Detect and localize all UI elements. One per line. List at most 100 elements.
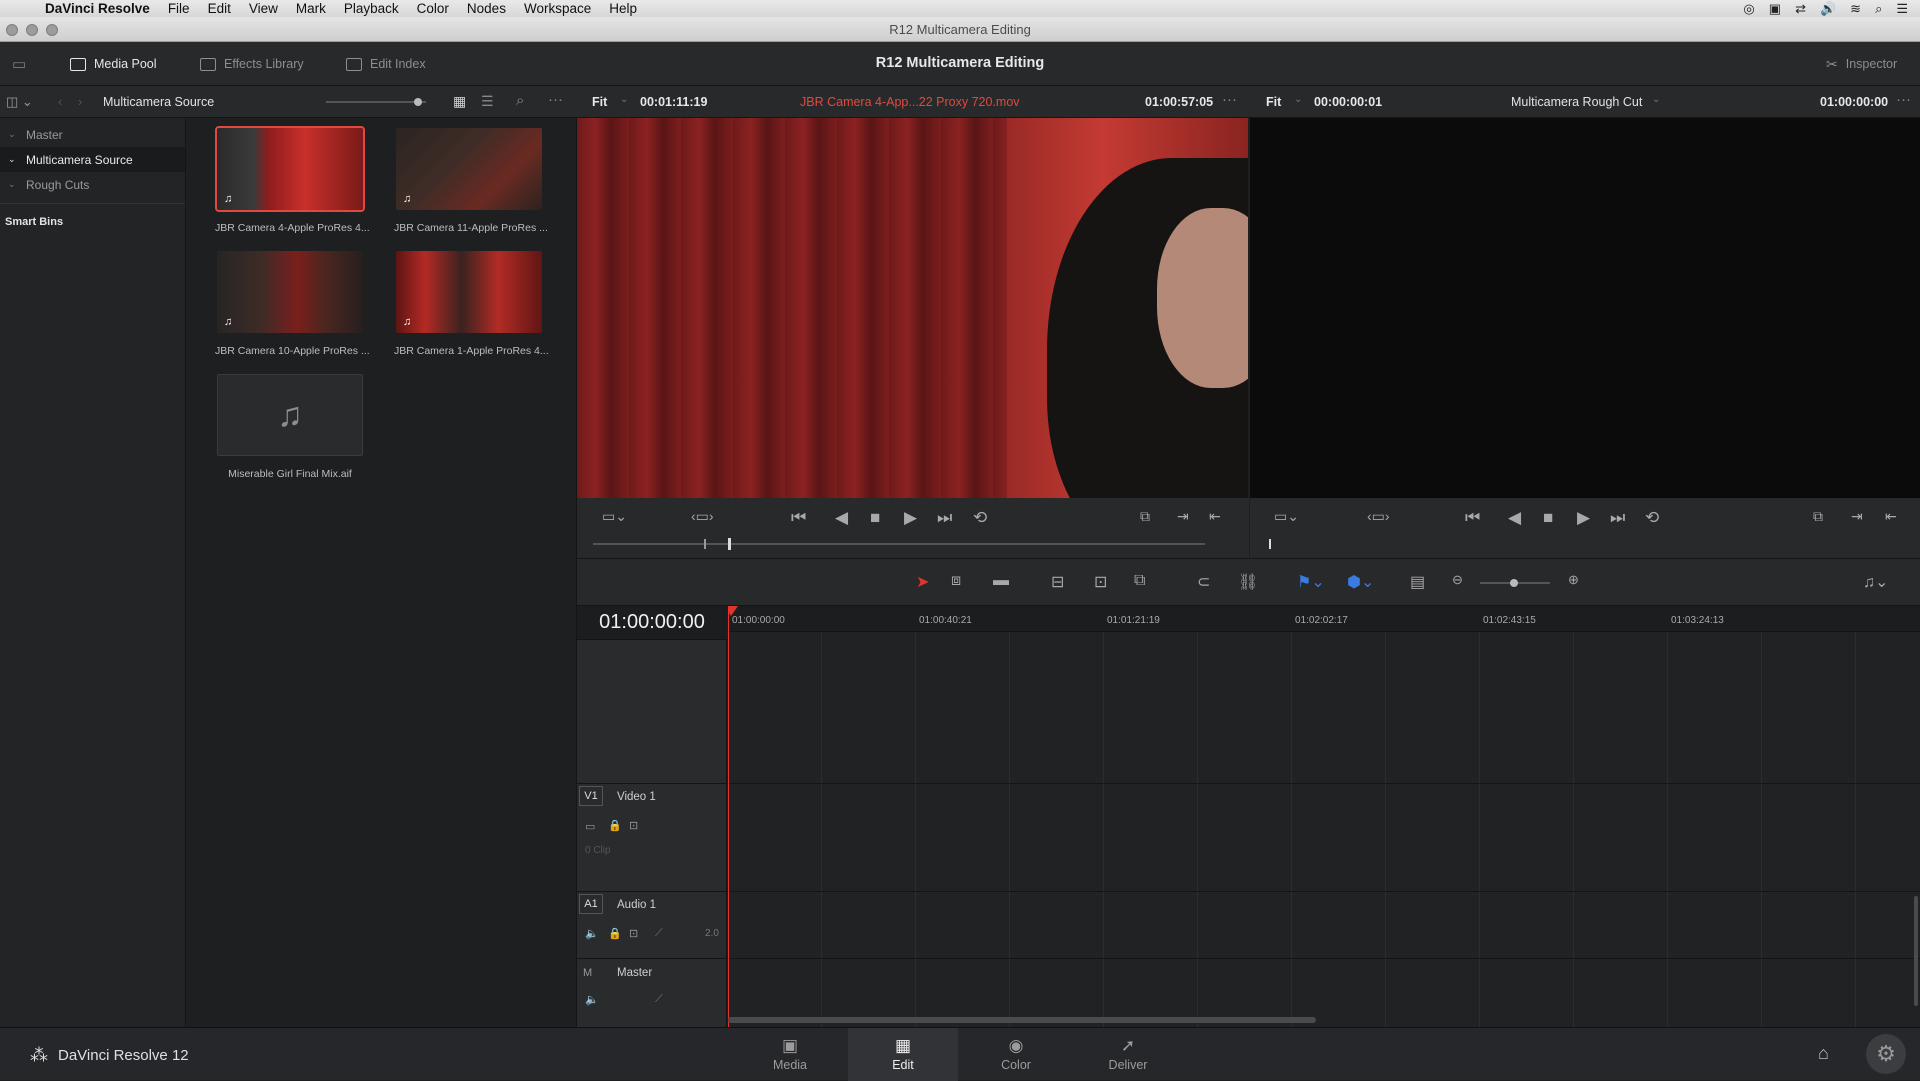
- page-tab-media[interactable]: ▣ Media: [735, 1028, 845, 1081]
- menu-color[interactable]: Color: [408, 0, 458, 17]
- timeline-playhead-line[interactable]: [728, 606, 729, 1027]
- timeline-view-options-icon[interactable]: ▤: [1410, 572, 1425, 592]
- menu-view[interactable]: View: [240, 0, 287, 17]
- source-options-icon[interactable]: ···: [1222, 91, 1237, 108]
- volume-icon[interactable]: 🔊: [1820, 1, 1836, 17]
- creative-cloud-icon[interactable]: ◎: [1743, 1, 1754, 17]
- timeline-ruler[interactable]: 01:00:00:00 01:00:40:21 01:01:21:19 01:0…: [728, 606, 1920, 632]
- play-reverse-icon[interactable]: ◀: [835, 508, 848, 528]
- clip-item[interactable]: ♫ JBR Camera 10-Apple ProRes ...: [215, 251, 370, 357]
- insert-clip-icon[interactable]: ⊟: [1051, 572, 1064, 592]
- mark-in-out-icon[interactable]: ⧉: [1140, 508, 1150, 525]
- bin-rough-cuts[interactable]: ⌄ Rough Cuts: [0, 172, 185, 197]
- timeline-track-area[interactable]: 01:00:00:00 01:00:40:21 01:01:21:19 01:0…: [728, 606, 1920, 1027]
- track-tag-m[interactable]: M: [583, 967, 592, 979]
- speaker-icon[interactable]: 🔈: [585, 993, 599, 1006]
- clip-thumbnail[interactable]: ♫: [217, 251, 363, 333]
- back-arrow-icon[interactable]: ‹: [58, 94, 62, 109]
- wifi-icon[interactable]: ≋: [1850, 1, 1861, 17]
- menu-playback[interactable]: Playback: [335, 0, 408, 17]
- audio-keyframe-icon[interactable]: ⟋: [655, 927, 663, 940]
- play-reverse-icon[interactable]: ◀: [1508, 508, 1521, 528]
- track-name[interactable]: Video 1: [617, 791, 656, 803]
- airplay-icon[interactable]: ⇄: [1795, 1, 1806, 17]
- play-icon[interactable]: ▶: [1577, 508, 1590, 528]
- inspector-button[interactable]: ✂ Inspector: [1826, 54, 1897, 74]
- grid-view-icon[interactable]: ▦: [453, 93, 466, 110]
- viewer-mode-icon[interactable]: ▭⌄: [1274, 508, 1299, 525]
- auto-select-icon[interactable]: ⊡: [629, 819, 638, 832]
- mark-in-icon[interactable]: ⇥: [1177, 508, 1189, 525]
- menu-edit[interactable]: Edit: [199, 0, 240, 17]
- match-frame-icon[interactable]: ‹▭›: [691, 508, 714, 525]
- timeline-playhead[interactable]: [1269, 539, 1271, 549]
- stop-icon[interactable]: ■: [1543, 508, 1553, 528]
- trim-tool-icon[interactable]: ⧈: [951, 572, 961, 590]
- menu-workspace[interactable]: Workspace: [515, 0, 600, 17]
- timeline-zoom-knob[interactable]: [1510, 579, 1518, 587]
- viewer-mode-icon[interactable]: ▭⌄: [602, 508, 627, 525]
- menu-help[interactable]: Help: [600, 0, 646, 17]
- clip-item[interactable]: ♫ JBR Camera 1-Apple ProRes 4...: [394, 251, 549, 357]
- marker-icon[interactable]: ⬢⌄: [1347, 572, 1374, 592]
- spotlight-search-icon[interactable]: ⌕: [1875, 1, 1882, 17]
- timeline-zoom[interactable]: Fit: [1266, 95, 1281, 109]
- lock-icon[interactable]: 🔒: [608, 819, 622, 832]
- list-view-icon[interactable]: ☰: [481, 93, 494, 110]
- pool-options-icon[interactable]: ···: [548, 91, 563, 108]
- mark-in-icon[interactable]: ⇥: [1851, 508, 1863, 525]
- source-viewer[interactable]: [577, 118, 1248, 498]
- play-icon[interactable]: ▶: [904, 508, 917, 528]
- search-icon[interactable]: ⌕: [516, 92, 524, 109]
- thumbnail-size-slider[interactable]: [326, 98, 426, 106]
- mark-in-out-icon[interactable]: ⧉: [1813, 508, 1823, 525]
- clip-thumbnail[interactable]: ♫: [396, 128, 542, 210]
- lock-icon[interactable]: 🔒: [608, 927, 622, 940]
- track-name[interactable]: Master: [617, 967, 652, 979]
- blade-tool-icon[interactable]: ▬: [993, 572, 1009, 590]
- timeline-vertical-scrollbar[interactable]: [1914, 896, 1918, 1006]
- timeline-zoom-slider[interactable]: [1480, 579, 1550, 587]
- settings-gear-icon[interactable]: ⚙: [1866, 1034, 1906, 1074]
- timeline-viewer[interactable]: [1250, 118, 1920, 498]
- bin-multicamera-source[interactable]: ⌄ Multicamera Source: [0, 147, 185, 172]
- clip-thumbnail[interactable]: ♫: [396, 251, 542, 333]
- clip-thumbnail[interactable]: ♫: [215, 126, 365, 212]
- timeline-name[interactable]: Multicamera Rough Cut: [1511, 95, 1642, 109]
- track-tag-a1[interactable]: A1: [579, 894, 603, 914]
- source-playhead[interactable]: [727, 538, 731, 550]
- page-tab-color[interactable]: ◉ Color: [961, 1028, 1071, 1081]
- selection-tool-icon[interactable]: ➤: [916, 572, 929, 592]
- mark-out-icon[interactable]: ⇤: [1885, 508, 1897, 525]
- loop-icon[interactable]: ⟲: [973, 508, 987, 528]
- jump-to-end-icon[interactable]: ⏭: [937, 508, 952, 528]
- forward-arrow-icon[interactable]: ›: [78, 94, 82, 109]
- timeline-zoom-chevron-icon[interactable]: ⌄: [1294, 94, 1302, 105]
- page-tab-edit[interactable]: ▦ Edit: [848, 1028, 958, 1081]
- bin-list-toggle-icon[interactable]: ◫ ⌄: [6, 94, 33, 110]
- speaker-icon[interactable]: 🔈: [585, 927, 599, 940]
- track-tag-v1[interactable]: V1: [579, 786, 603, 806]
- track-video-icon[interactable]: ▭: [585, 820, 595, 833]
- menu-mark[interactable]: Mark: [287, 0, 335, 17]
- snapping-icon[interactable]: ⊂: [1197, 572, 1210, 592]
- timeline-horizontal-scrollbar[interactable]: [728, 1017, 1316, 1023]
- zoom-out-icon[interactable]: ⊖: [1452, 572, 1463, 588]
- flag-icon[interactable]: ⚑⌄: [1297, 572, 1325, 592]
- source-zoom-chevron-icon[interactable]: ⌄: [620, 94, 628, 105]
- thumbnail-size-slider-knob[interactable]: [414, 98, 422, 106]
- stop-icon[interactable]: ■: [870, 508, 880, 528]
- link-icon[interactable]: ⛓: [1238, 572, 1258, 592]
- timeline-viewer-options-icon[interactable]: ···: [1896, 91, 1911, 108]
- clip-item[interactable]: ♫ JBR Camera 11-Apple ProRes ...: [394, 128, 548, 234]
- audio-keyframe-icon[interactable]: ⟋: [655, 993, 663, 1006]
- jump-to-start-icon[interactable]: ⏮: [1465, 508, 1480, 528]
- clip-thumbnail[interactable]: ♫: [217, 374, 363, 456]
- notification-center-icon[interactable]: ☰: [1896, 1, 1908, 17]
- timeline-name-chevron-icon[interactable]: ⌄: [1652, 94, 1660, 105]
- jump-to-start-icon[interactable]: ⏮: [791, 508, 806, 528]
- screen-record-icon[interactable]: ▣: [1769, 1, 1781, 17]
- page-tab-deliver[interactable]: ➚ Deliver: [1073, 1028, 1183, 1081]
- replace-clip-icon[interactable]: ⧉: [1134, 572, 1145, 590]
- mark-out-icon[interactable]: ⇤: [1209, 508, 1221, 525]
